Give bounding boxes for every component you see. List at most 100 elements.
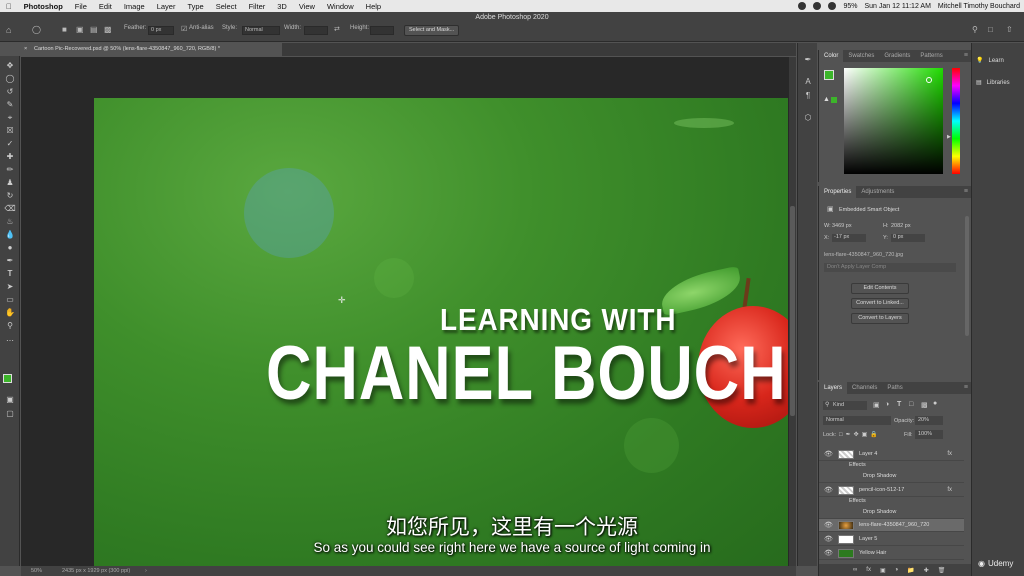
bucket-tool-icon[interactable]: ♨ bbox=[4, 216, 16, 227]
apple-icon[interactable]:  bbox=[0, 2, 18, 11]
blend-mode-select[interactable]: Normal bbox=[823, 416, 891, 425]
menu-3d[interactable]: 3D bbox=[271, 2, 293, 11]
properties-scrollbar[interactable] bbox=[965, 216, 969, 336]
layer-filter-select[interactable]: Kind bbox=[823, 401, 867, 410]
quick-mask-icon[interactable]: ▣ bbox=[4, 394, 16, 405]
type-tool-icon[interactable]: T bbox=[4, 268, 16, 279]
paragraph-icon[interactable]: ¶ bbox=[803, 91, 813, 101]
history-icon[interactable]: ✒ bbox=[803, 55, 813, 65]
menu-app-name[interactable]: Photoshop bbox=[18, 2, 69, 11]
tab-channels[interactable]: Channels bbox=[847, 382, 882, 394]
menu-edit[interactable]: Edit bbox=[93, 2, 118, 11]
menu-filter[interactable]: Filter bbox=[243, 2, 272, 11]
datetime[interactable]: Sun Jan 12 11:12 AM bbox=[864, 3, 930, 10]
tab-gradients[interactable]: Gradients bbox=[879, 50, 915, 62]
hand-tool-icon[interactable]: ✋ bbox=[4, 307, 16, 318]
menu-type[interactable]: Type bbox=[181, 2, 209, 11]
gamut-swatch[interactable] bbox=[831, 97, 837, 103]
healing-tool-icon[interactable]: ✚ bbox=[4, 151, 16, 162]
search-icon[interactable]: ⚲ bbox=[972, 25, 978, 34]
home-icon[interactable]: ⌂ bbox=[6, 25, 11, 35]
swap-icon[interactable]: ⇄ bbox=[334, 25, 340, 33]
share-icon[interactable]: ⇧ bbox=[1006, 25, 1013, 34]
antialias-checkbox[interactable]: ☑ bbox=[181, 25, 187, 33]
width-value[interactable]: 3469 px bbox=[832, 223, 852, 229]
hue-slider[interactable] bbox=[952, 68, 960, 174]
3d-icon[interactable]: ⬡ bbox=[803, 113, 813, 123]
battery-percent[interactable]: 95% bbox=[843, 3, 857, 10]
height-input[interactable] bbox=[370, 26, 394, 35]
more-tools-icon[interactable]: ⋯ bbox=[4, 335, 16, 346]
hue-slider-handle-icon[interactable]: ▶ bbox=[947, 134, 951, 140]
crop-tool-icon[interactable]: ⌖ bbox=[4, 112, 16, 123]
opacity-input[interactable]: 20% bbox=[915, 416, 943, 425]
pen-tool-icon[interactable]: ✒ bbox=[4, 255, 16, 266]
tab-properties[interactable]: Properties bbox=[819, 186, 857, 198]
screen-mode-icon[interactable]: ▢ bbox=[4, 408, 16, 419]
adjustment-layer-icon[interactable]: ◑ bbox=[895, 567, 899, 573]
eyedropper-tool-icon[interactable]: ✓ bbox=[4, 138, 16, 149]
stamp-tool-icon[interactable]: ♟ bbox=[4, 177, 16, 188]
convert-to-linked-button[interactable]: Convert to Linked... bbox=[851, 298, 909, 309]
menu-image[interactable]: Image bbox=[118, 2, 151, 11]
layer-effect-row[interactable]: Drop Shadow bbox=[819, 470, 964, 483]
tab-adjustments[interactable]: Adjustments bbox=[856, 186, 899, 198]
width-input[interactable] bbox=[304, 26, 328, 35]
layers-menu-icon[interactable]: ≡ bbox=[964, 382, 968, 394]
menu-file[interactable]: File bbox=[69, 2, 93, 11]
layer-comp-select[interactable]: Don't Apply Layer Comp bbox=[824, 263, 956, 272]
convert-to-layers-button[interactable]: Convert to Layers bbox=[851, 313, 909, 324]
filter-shape-icon[interactable]: □ bbox=[909, 401, 913, 408]
filter-adjust-icon[interactable]: ◑ bbox=[885, 401, 889, 408]
zoom-level[interactable]: 50% bbox=[31, 566, 42, 576]
dodge-tool-icon[interactable]: ● bbox=[4, 242, 16, 253]
tab-swatches[interactable]: Swatches bbox=[843, 50, 879, 62]
zoom-tool-icon[interactable]: ⚲ bbox=[4, 320, 16, 331]
document-canvas[interactable]: ✛ LEARNING WITH CHANEL BOUCHAR bbox=[94, 98, 788, 567]
tab-patterns[interactable]: Patterns bbox=[915, 50, 947, 62]
filter-pixel-icon[interactable]: ▣ bbox=[873, 401, 880, 409]
delete-layer-icon[interactable]: 🗑 bbox=[938, 567, 946, 574]
history-brush-icon[interactable]: ↻ bbox=[4, 190, 16, 201]
tab-layers[interactable]: Layers bbox=[819, 382, 848, 394]
menu-help[interactable]: Help bbox=[360, 2, 387, 11]
select-and-mask-button[interactable]: Select and Mask... bbox=[404, 25, 460, 36]
new-selection-icon[interactable]: ■ bbox=[62, 25, 67, 34]
intersect-selection-icon[interactable]: ▩ bbox=[104, 25, 112, 34]
move-tool-icon[interactable]: ✥ bbox=[4, 60, 16, 71]
shape-tool-icon[interactable]: ▭ bbox=[4, 294, 16, 305]
status-icon[interactable] bbox=[798, 2, 807, 10]
marquee-tool-icon[interactable]: ◯ bbox=[32, 25, 41, 34]
tab-paths[interactable]: Paths bbox=[882, 382, 907, 394]
add-style-icon[interactable]: fx bbox=[866, 567, 871, 573]
filter-toggle-icon[interactable]: ● bbox=[933, 400, 937, 407]
learn-item[interactable]: 💡 Learn bbox=[976, 57, 1004, 65]
workspace-icon[interactable]: □ bbox=[988, 25, 993, 34]
lock-icons[interactable]: □✒✥▣🔒 bbox=[839, 431, 881, 438]
feather-input[interactable]: 0 px bbox=[148, 26, 174, 35]
tab-color[interactable]: Color bbox=[819, 50, 844, 62]
new-group-icon[interactable]: 📁 bbox=[907, 567, 914, 574]
menu-select[interactable]: Select bbox=[210, 2, 243, 11]
eraser-tool-icon[interactable]: ⌫ bbox=[4, 203, 16, 214]
add-selection-icon[interactable]: ▣ bbox=[76, 25, 84, 34]
fill-input[interactable]: 100% bbox=[915, 430, 943, 439]
doc-info-arrow-icon[interactable]: › bbox=[145, 566, 147, 576]
lasso-tool-icon[interactable]: ↺ bbox=[4, 86, 16, 97]
libraries-item[interactable]: ▤ Libraries bbox=[976, 79, 1010, 87]
filter-smart-icon[interactable]: ▩ bbox=[921, 401, 928, 409]
blur-tool-icon[interactable]: 💧 bbox=[4, 229, 16, 240]
edit-contents-button[interactable]: Edit Contents bbox=[851, 283, 909, 294]
style-select[interactable]: Normal bbox=[242, 26, 280, 35]
x-value[interactable]: -17 px bbox=[832, 234, 866, 242]
close-tab-icon[interactable]: × bbox=[24, 43, 27, 56]
path-select-tool-icon[interactable]: ➤ bbox=[4, 281, 16, 292]
marquee-tool-icon[interactable]: ◯ bbox=[4, 73, 16, 84]
document-tab[interactable]: × Cartoon Pic-Recovered.psd @ 50% (lens-… bbox=[20, 43, 282, 56]
brush-tool-icon[interactable]: ✏ bbox=[4, 164, 16, 175]
color-fg-swatch[interactable] bbox=[824, 70, 834, 80]
menu-window[interactable]: Window bbox=[321, 2, 360, 11]
menu-layer[interactable]: Layer bbox=[151, 2, 182, 11]
filter-type-icon[interactable]: T bbox=[897, 401, 901, 408]
link-layers-icon[interactable]: ∞ bbox=[853, 567, 857, 573]
